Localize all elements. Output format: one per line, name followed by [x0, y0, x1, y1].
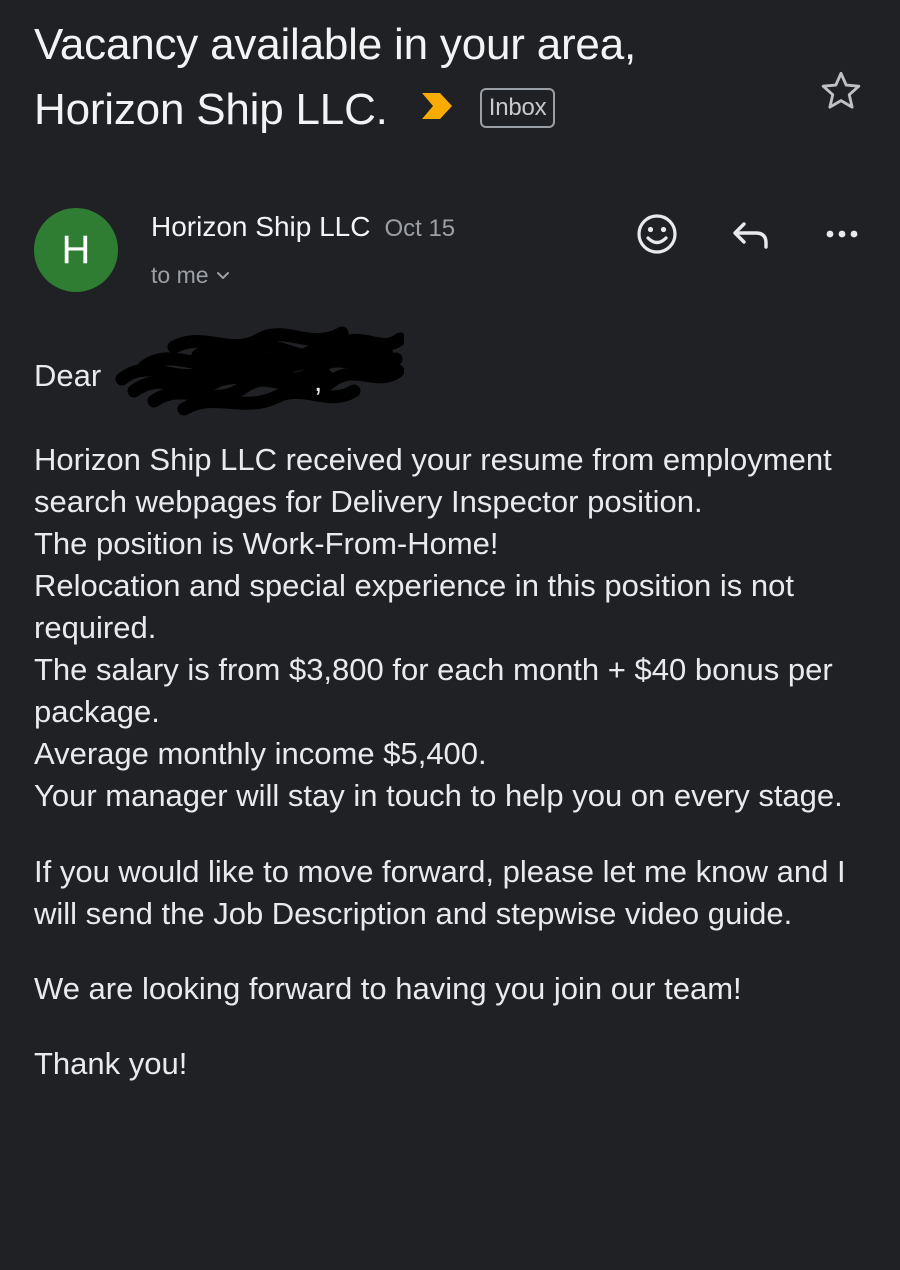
body-line: Average monthly income $5,400. [34, 736, 487, 771]
body-line: Horizon Ship LLC received your resume fr… [34, 442, 832, 519]
closing: Thank you! [34, 1046, 188, 1081]
subject-line-2: Horizon Ship LLC. [34, 85, 388, 134]
sender-name[interactable]: Horizon Ship LLC [151, 211, 370, 242]
redaction-scribble: , [115, 326, 404, 416]
greeting-row: Dear , [34, 326, 874, 416]
importance-marker-icon[interactable] [418, 76, 456, 141]
email-body: Dear , Horizon Ship LLC received your re… [34, 326, 874, 1085]
recipient-label: to me [151, 262, 209, 288]
paragraph-3: We are looking forward to having you joi… [34, 971, 742, 1006]
email-date: Oct 15 [384, 215, 456, 242]
inbox-label[interactable]: Inbox [479, 88, 556, 129]
emoji-reaction-icon [637, 214, 677, 254]
star-icon[interactable] [818, 68, 864, 114]
body-line: Relocation and special experience in thi… [34, 568, 794, 645]
recipient-toggle[interactable]: to me [151, 260, 231, 290]
chevron-down-icon [216, 272, 229, 280]
reply-button[interactable] [726, 210, 774, 258]
emoji-reaction-button[interactable] [633, 210, 681, 258]
body-line: The salary is from $3,800 for each month… [34, 652, 833, 729]
greeting-comma: , [314, 365, 322, 398]
reply-icon [733, 222, 768, 249]
greeting: Dear [34, 358, 102, 393]
sender-avatar[interactable]: H [34, 208, 118, 292]
paragraph-2: If you would like to move forward, pleas… [34, 854, 846, 931]
subject-line-1: Vacancy available in your area, [34, 20, 637, 69]
subject-line-2-wrap: Horizon Ship LLC. Inbox [34, 77, 794, 142]
paragraph-1: Horizon Ship LLC received your resume fr… [34, 439, 874, 817]
sender-row: Horizon Ship LLC Oct 15 [151, 210, 455, 246]
more-options-button[interactable] [818, 210, 866, 258]
body-line: Your manager will stay in touch to help … [34, 778, 843, 813]
more-options-icon [826, 230, 858, 238]
email-subject: Vacancy available in your area, Horizon … [34, 12, 794, 142]
body-line: The position is Work-From-Home! [34, 526, 499, 561]
